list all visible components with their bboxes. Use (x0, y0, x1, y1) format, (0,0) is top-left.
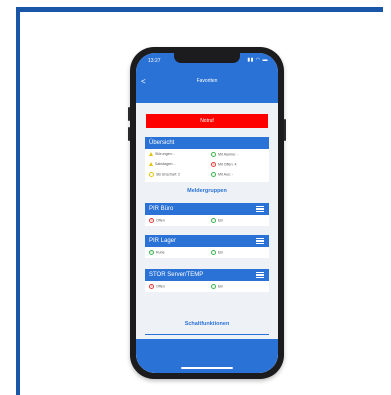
x-circle-icon: × (149, 218, 154, 223)
menu-icon[interactable] (256, 272, 264, 278)
schaltfunktionen-title: Schaltfunktionen (184, 321, 230, 327)
sabotagen-item: Sabotagen: - (149, 162, 176, 167)
x-circle-icon: × (211, 162, 216, 167)
group-mode: Ein (211, 250, 223, 255)
phone-volume-up-button (128, 107, 130, 121)
nav-title: Favoriten (196, 78, 218, 84)
group-state: × Offen (149, 284, 165, 289)
aus-item: Mit Aus: - (211, 172, 233, 177)
warning-icon (149, 162, 153, 167)
group-body-pir-buero: × Offen Ein (145, 215, 269, 226)
phone-power-button (284, 119, 286, 141)
frame-top-border (16, 7, 383, 12)
power-icon (211, 284, 216, 289)
group-body-stor-server: × Offen Ein (145, 281, 269, 292)
warning-icon (149, 152, 153, 157)
status-time: 13:27 (148, 58, 161, 64)
status-icons: ▮▮ ◠ ▬ (247, 57, 268, 63)
power-icon (211, 172, 216, 177)
content-area: Notruf Übersicht Störungen: - Mit Alarme… (136, 103, 278, 373)
home-indicator[interactable] (181, 367, 233, 369)
unscharf-item: SB Unscharf: 2 (149, 172, 180, 177)
uebersicht-header: Übersicht (145, 137, 269, 149)
offen-item: × Mit Offen: 4 (211, 162, 237, 167)
group-state: × Offen (149, 218, 165, 223)
notruf-button[interactable]: Notruf (146, 114, 268, 128)
phone-volume-down-button (128, 127, 130, 141)
lock-icon (149, 172, 154, 177)
clock-icon (211, 152, 216, 157)
phone-screen: 13:27 ▮▮ ◠ ▬ < Favoriten Notruf Übersich… (136, 53, 278, 373)
menu-icon[interactable] (256, 238, 264, 244)
group-mode: Ein (211, 284, 223, 289)
group-body-pir-lager: ✓ Ruhe Ein (145, 247, 269, 258)
nav-bar: < Favoriten (136, 67, 278, 103)
phone-notch (174, 53, 240, 63)
group-header-pir-buero[interactable]: PIR Büro (145, 203, 269, 215)
group-mode: Ein (211, 218, 223, 223)
group-header-pir-lager[interactable]: PIR Lager (145, 235, 269, 247)
x-circle-icon: × (149, 284, 154, 289)
frame-left-border (16, 7, 20, 395)
group-state: ✓ Ruhe (149, 250, 165, 255)
uebersicht-card: Störungen: - Mit Alarme: - Sabotagen: - … (145, 149, 269, 182)
check-circle-icon: ✓ (149, 250, 154, 255)
stoerungen-item: Störungen: - (149, 152, 175, 157)
menu-icon[interactable] (256, 206, 264, 212)
group-header-stor-server[interactable]: STOR Server/TEMP (145, 269, 269, 281)
meldergruppen-title: Meldergruppen (187, 188, 227, 194)
section-divider (145, 334, 269, 335)
phone-frame: 13:27 ▮▮ ◠ ▬ < Favoriten Notruf Übersich… (128, 47, 286, 379)
power-icon (211, 250, 216, 255)
power-icon (211, 218, 216, 223)
alarme-item: Mit Alarme: - (211, 152, 238, 157)
